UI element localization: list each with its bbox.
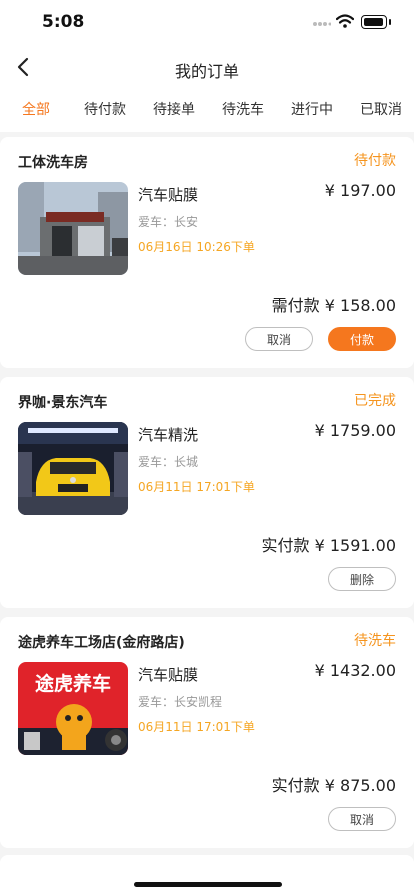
shop-photo: 途虎养车: [18, 662, 128, 755]
payment-amount: ¥ 1591.00: [314, 536, 396, 555]
car-info: 爱车：长安: [138, 215, 199, 229]
signal-icon: [313, 22, 331, 26]
shop-photo: [18, 182, 128, 275]
tab-in-progress[interactable]: 进行中: [291, 99, 333, 119]
tab-all[interactable]: 全部: [22, 99, 50, 119]
service-name: 汽车贴膜: [138, 666, 199, 684]
order-time: 06月11日 17:01下单: [138, 720, 255, 734]
payment-amount: ¥ 158.00: [324, 296, 396, 315]
cancel-button[interactable]: 取消: [245, 327, 313, 351]
wifi-icon: [336, 14, 354, 28]
payment-amount: ¥ 875.00: [324, 776, 396, 795]
order-tabs: 全部 待付款 待接单 待洗车 进行中 已取消: [0, 90, 414, 130]
nav-bar: 我的订单: [0, 46, 414, 90]
top-bar: 5:08 我的订单 全部 待付款 待接单 待洗车 进行中 已取消: [0, 0, 414, 132]
tab-pending-payment[interactable]: 待付款: [84, 99, 126, 119]
service-price: ¥ 1432.00: [314, 661, 396, 680]
tab-pending-accept[interactable]: 待接单: [153, 99, 195, 119]
payment-summary: 实付款 ¥ 1591.00: [261, 532, 396, 556]
next-order-card-peek: [0, 855, 414, 896]
car-info: 爱车：长安凯程: [138, 695, 223, 709]
service-name: 汽车贴膜: [138, 186, 199, 204]
brand-logo-text: 途虎养车: [35, 672, 111, 695]
shop-photo: [18, 422, 128, 515]
service-price: ¥ 197.00: [324, 181, 396, 200]
service-price: ¥ 1759.00: [314, 421, 396, 440]
status-time: 5:08: [42, 12, 85, 32]
pay-button[interactable]: 付款: [328, 327, 396, 351]
payment-summary: 实付款 ¥ 875.00: [272, 772, 396, 796]
shop-name: 界咖·景东汽车: [18, 395, 108, 411]
order-card[interactable]: 途虎养车工场店(金府路店) 待洗车 途虎养车 汽车贴膜 ¥ 1432.00 爱车…: [0, 617, 414, 848]
payment-label: 需付款: [271, 296, 320, 315]
car-info: 爱车：长城: [138, 455, 199, 469]
tab-pending-wash[interactable]: 待洗车: [222, 99, 264, 119]
payment-label: 实付款: [261, 536, 310, 555]
page-title: 我的订单: [174, 62, 239, 81]
order-status: 待付款: [354, 153, 396, 169]
battery-icon: [361, 15, 391, 29]
home-indicator[interactable]: [134, 882, 282, 887]
order-status: 已完成: [354, 393, 396, 409]
payment-summary: 需付款 ¥ 158.00: [272, 292, 396, 316]
shop-name: 途虎养车工场店(金府路店): [18, 635, 185, 651]
delete-button[interactable]: 删除: [328, 567, 396, 591]
payment-label: 实付款: [271, 776, 320, 795]
order-time: 06月11日 17:01下单: [138, 480, 255, 494]
service-name: 汽车精洗: [138, 426, 199, 444]
order-card[interactable]: 界咖·景东汽车 已完成 汽车精洗 ¥ 1759.00 爱车：长城 06月11日 …: [0, 377, 414, 608]
order-status: 待洗车: [354, 633, 396, 649]
status-bar: 5:08: [0, 0, 414, 46]
tab-cancelled[interactable]: 已取消: [360, 99, 402, 119]
order-card[interactable]: 工体洗车房 待付款 汽车贴膜 ¥ 197.00 爱车：长安 06月16日 10:…: [0, 137, 414, 368]
order-time: 06月16日 10:26下单: [138, 240, 255, 254]
shop-name: 工体洗车房: [18, 155, 88, 171]
cancel-button[interactable]: 取消: [328, 807, 396, 831]
